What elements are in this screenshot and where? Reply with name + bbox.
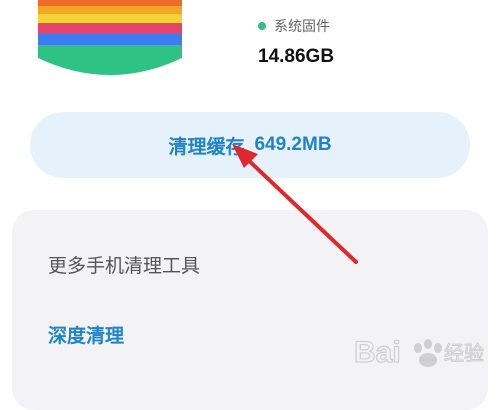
clean-cache-label: 清理缓存 bbox=[168, 136, 245, 158]
storage-chart-graphic bbox=[38, 0, 182, 75]
legend-value: 14.86GB bbox=[258, 46, 335, 67]
cache-size: 649.2MB bbox=[254, 134, 332, 155]
svg-text:经验: 经验 bbox=[444, 341, 484, 365]
legend-label: 系统固件 bbox=[274, 19, 330, 35]
baidu-watermark-logo: Bai 经验 bbox=[353, 335, 484, 369]
clean-cache-button[interactable]: 清理缓存 649.2MB bbox=[30, 112, 470, 178]
deep-clean-link[interactable]: 深度清理 bbox=[48, 321, 124, 348]
more-tools-card bbox=[12, 210, 488, 410]
legend-row-system: 系统固件 bbox=[258, 16, 334, 36]
more-tools-title: 更多手机清理工具 bbox=[48, 255, 201, 277]
storage-legend: 系统固件 14.86GB bbox=[258, 16, 334, 68]
svg-text:Bai: Bai bbox=[354, 336, 401, 369]
legend-dot bbox=[258, 22, 266, 30]
